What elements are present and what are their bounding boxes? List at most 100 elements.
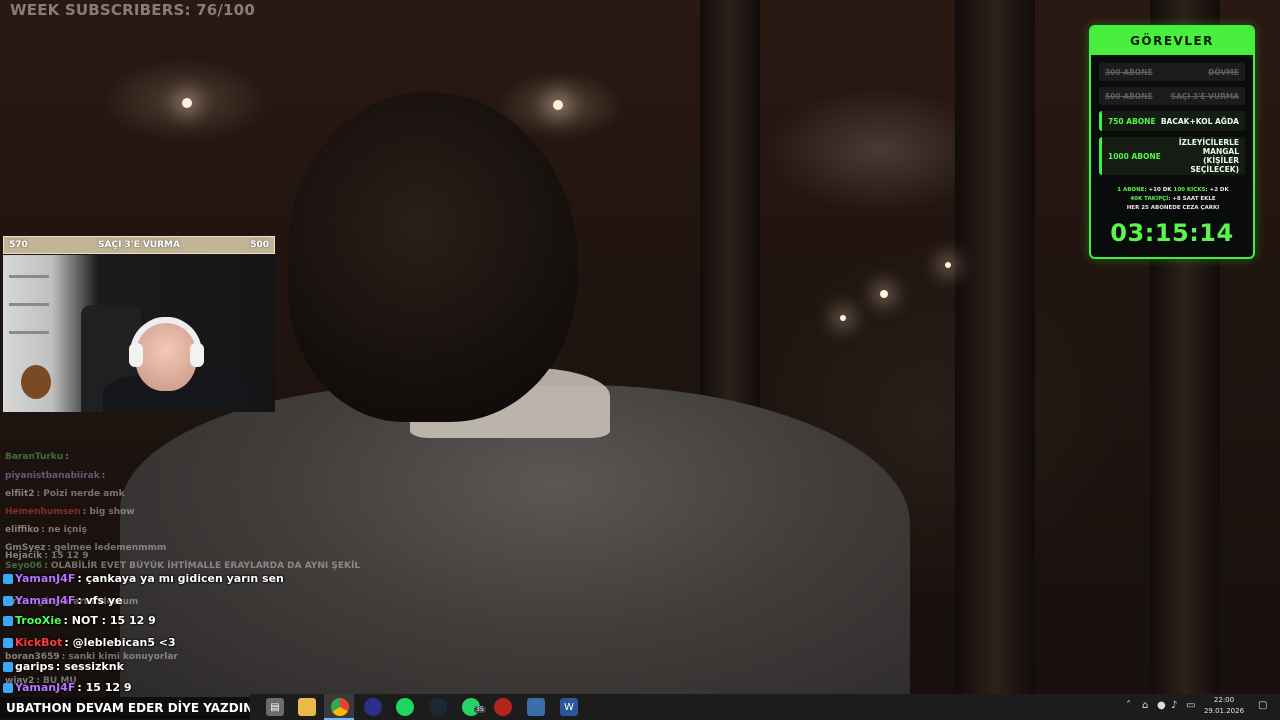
chat-text: : vfs ye (77, 594, 123, 607)
microphone-icon[interactable]: ● (1157, 700, 1166, 711)
rule-sub-value: : +10 DK (1144, 187, 1172, 193)
chat-username[interactable]: Seyo06 (5, 561, 42, 571)
rule-followers-value: : +8 SAAT EKLE (1168, 196, 1216, 202)
chat-username[interactable]: KickBot (15, 636, 62, 649)
goal-reward: BACAK+KOL AĞDA (1160, 116, 1239, 126)
chat-username[interactable]: Hejacik (5, 551, 42, 561)
goal-progress-bar: 570 SAÇI 3'E VURMA 500 (3, 236, 275, 254)
chat-username[interactable]: eliffiko (5, 525, 39, 535)
chat-username[interactable]: piyanistbanabiirak (5, 471, 100, 481)
chat-text: : ne içniş (41, 525, 87, 535)
chat-message: YamanJ4F: çankaya ya mı gidicen yarın se… (3, 572, 284, 585)
goal-row: 500 ABONE SAÇI 3'E VURMA (1099, 87, 1245, 105)
chat-text: : çankaya ya mı gidicen yarın sen (77, 572, 284, 585)
rule-wheel: HER 25 ABONEDE CEZA ÇARKI (1126, 205, 1220, 211)
chat-message: elfiit2: Poizi nerde amk (3, 489, 125, 499)
obs-icon[interactable] (364, 698, 382, 716)
goal-label: SAÇI 3'E VURMA (98, 240, 180, 250)
chat-badge-icon (3, 595, 13, 606)
chat-badge-icon (3, 573, 13, 584)
goals-title: GÖREVLER (1091, 27, 1253, 55)
goal-target: 500 (250, 240, 269, 250)
goal-current: 570 (9, 240, 28, 250)
chat-username[interactable]: garips (15, 660, 54, 673)
headphone-ear (129, 343, 143, 367)
chat-message: YamanJ4F: 15 12 9 (3, 681, 132, 694)
subathon-timer: 03:15:14 (1110, 219, 1234, 247)
goal-reward: İZLEYİCİLERLE MANGAL (KİŞİLER SEÇİLECEK) (1178, 138, 1239, 174)
chat-badge-icon (3, 682, 13, 693)
chat-badge-icon (3, 615, 13, 626)
chat-text: : (65, 452, 69, 462)
chat-username[interactable]: elfiit2 (5, 489, 35, 499)
chat-username[interactable]: Hemenhumsen (5, 507, 81, 517)
chat-username[interactable]: BaranTurku (5, 452, 63, 462)
clock-date: 29.01.2026 (1203, 707, 1245, 715)
chat-text: : Poizi nerde amk (36, 489, 125, 499)
chat-username[interactable]: TrooXie (15, 614, 62, 627)
chat-text: : @leblebican5 <3 (64, 636, 176, 649)
ceiling-lamp (182, 98, 192, 108)
chat-text: : (101, 471, 106, 481)
goal-amount: 500 ABONE (1105, 91, 1153, 101)
chat-username[interactable]: YamanJ4F (15, 572, 75, 585)
shelf (9, 275, 49, 278)
chat-text: : NOT : 15 12 9 (63, 614, 156, 627)
chat-badge-icon (3, 661, 13, 672)
ceiling-lamp (553, 100, 563, 110)
webcam-overlay (3, 255, 275, 412)
chat-text: : big show (82, 507, 135, 517)
word-icon[interactable]: W (560, 698, 578, 716)
rule-followers: 40K TAKİPÇİ (1130, 196, 1169, 202)
steam-icon[interactable] (429, 698, 447, 716)
chat-text: : 15 12 9 (44, 551, 89, 561)
chat-message: Hemenhumsen: big show (3, 507, 135, 517)
goal-row: 300 ABONE DÖVME (1099, 63, 1245, 81)
network-app-icon[interactable] (527, 698, 545, 716)
headphone-ear (190, 343, 204, 367)
spotify-icon[interactable] (396, 698, 414, 716)
chat-message: garips: sessizknk (3, 660, 124, 673)
goal-amount: 1000 ABONE (1108, 151, 1161, 161)
goals-panel: GÖREVLER 300 ABONE DÖVME 500 ABONE SAÇI … (1089, 25, 1255, 259)
chat-username[interactable]: YamanJ4F (15, 594, 75, 607)
shelf (9, 331, 49, 334)
goal-amount: 300 ABONE (1105, 67, 1153, 77)
rule-sub: 1 ABONE (1117, 187, 1145, 193)
ceiling-lamp (880, 290, 888, 298)
ceiling-lamp (945, 262, 951, 268)
chat-message: KickBot: @leblebican5 <3 (3, 636, 176, 649)
chat-text: : sessizknk (55, 660, 124, 673)
chat-overlay: BaranTurku: piyanistbanabiirak: elfiit2: P… (0, 438, 360, 694)
network-icon[interactable]: ⌂ (1142, 700, 1148, 711)
notification-icon[interactable]: ▢ (1258, 700, 1267, 711)
chat-message: piyanistbanabiirak: (3, 471, 105, 481)
chevron-up-icon[interactable]: ˄ (1126, 700, 1131, 711)
chat-message: Hejacik: 15 12 9 (3, 551, 89, 561)
chat-badge-icon (3, 637, 13, 648)
chat-message: Seyo06: OLABİLİR EVET BÜYÜK İHTİMALLE ER… (3, 561, 360, 571)
chrome-icon[interactable] (331, 698, 349, 716)
goal-rules: 1 ABONE: +10 DK 100 KICKS: +2 DK 40K TAK… (1097, 186, 1249, 213)
wooden-pillar (955, 0, 1035, 694)
folder-icon[interactable] (298, 698, 316, 716)
display-icon[interactable]: ▭ (1186, 700, 1195, 711)
goal-reward: SAÇI 3'E VURMA (1170, 91, 1239, 101)
chat-message: YamanJ4F: vfs ye (3, 594, 123, 607)
system-clock[interactable]: 22:00 29.01.2026 (1198, 695, 1250, 717)
stream-video: WEEK SUBSCRIBERS: 76/100 GÖREVLER 300 AB… (0, 0, 1280, 720)
whatsapp-badge: 35 (474, 706, 486, 713)
goal-row: 1000 ABONE İZLEYİCİLERLE MANGAL (KİŞİLER… (1099, 137, 1245, 175)
chat-message: BaranTurku: (3, 452, 69, 462)
chat-message: TrooXie: NOT : 15 12 9 (3, 614, 156, 627)
goal-row: 750 ABONE BACAK+KOL AĞDA (1099, 111, 1245, 131)
week-subscribers-counter: WEEK SUBSCRIBERS: 76/100 (10, 1, 255, 19)
app-icon[interactable] (494, 698, 512, 716)
ceiling-lamp (840, 315, 846, 321)
file-explorer-icon[interactable]: ▤ (266, 698, 284, 716)
rule-kicks-value: : +2 DK (1205, 187, 1229, 193)
teddy-bear (21, 365, 51, 399)
chat-username[interactable]: YamanJ4F (15, 681, 75, 694)
shelf (9, 303, 49, 306)
volume-icon[interactable]: ♪ (1171, 700, 1177, 711)
